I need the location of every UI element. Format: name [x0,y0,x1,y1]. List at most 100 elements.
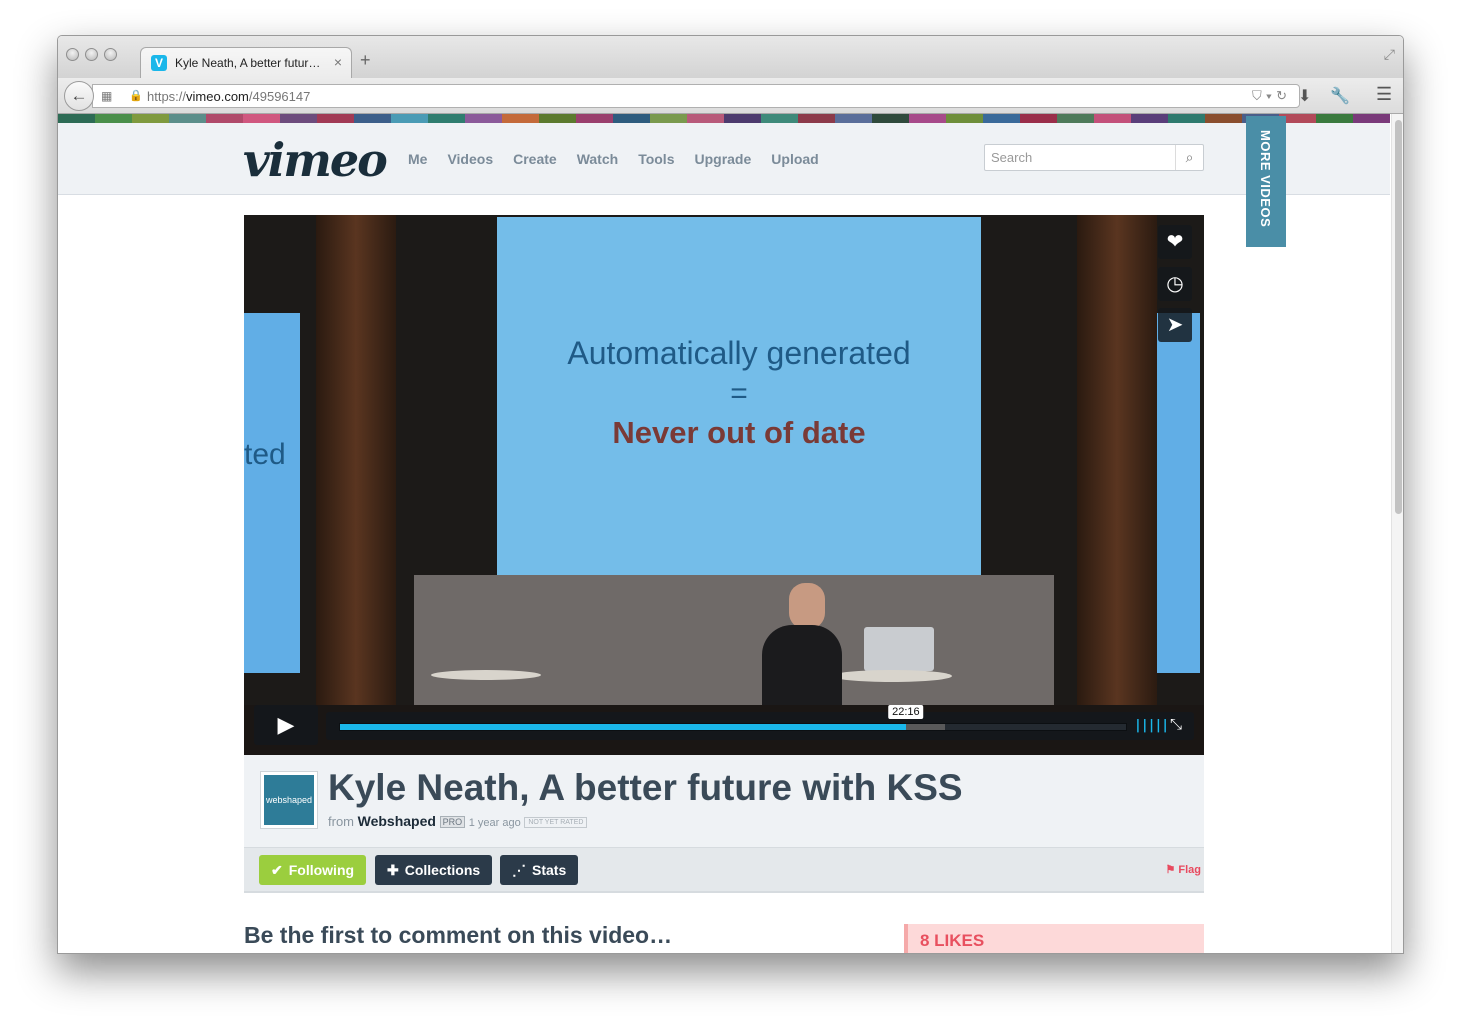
vimeo-logo[interactable]: vimeo [243,133,388,187]
stripe-segment [169,114,206,123]
stripe-segment [317,114,354,123]
url-actions: ⛉▾↻ [1252,88,1291,104]
watch-later-clock-icon[interactable]: ◷ [1158,267,1192,301]
dropdown-icon[interactable]: ▾ [1266,88,1276,103]
likes-box[interactable]: 8 LIKES [904,924,1204,953]
owner-avatar[interactable]: webshaped [260,771,318,829]
stripe-segment [502,114,539,123]
download-icon[interactable]: ⬇ [1298,86,1311,106]
minimize-window-button[interactable] [85,48,98,61]
rating-badge: NOT YET RATED [524,817,588,828]
reload-icon[interactable]: ↻ [1276,88,1291,103]
stripe-segment [206,114,243,123]
stage-pillar-left [316,215,396,755]
url-text: https://vimeo.com/49596147 [147,89,310,104]
control-bar: 22:16 ||||| ⤡ [326,705,1194,740]
stripe-segment [391,114,428,123]
play-icon[interactable]: ▶ [254,705,318,745]
from-label: from [328,814,354,829]
fullscreen-window-icon[interactable]: ⤢ [1384,46,1395,63]
pocket-icon[interactable]: ⛉ [1252,88,1266,103]
stripe-segment [983,114,1020,123]
search-input[interactable]: Search ⌕ [984,144,1204,171]
like-heart-icon[interactable]: ❤ [1158,225,1192,259]
likes-label: 8 LIKES [920,931,985,950]
url-bar[interactable]: ▦ 🔒 https://vimeo.com/49596147 ⛉▾↻ [92,84,1300,108]
lock-icon: 🔒 [129,90,143,102]
stripe-segment [909,114,946,123]
progress-track[interactable]: 22:16 [339,705,1127,731]
slide-text-line2: = [730,377,748,410]
stripe-segment [1131,114,1168,123]
nav-tools[interactable]: Tools [638,151,674,167]
following-label: Following [288,862,355,878]
stripe-segment [428,114,465,123]
close-window-button[interactable] [66,48,79,61]
browser-tab[interactable]: V Kyle Neath, A better futur… × [140,47,352,78]
plus-icon: ✚ [387,862,399,878]
zoom-window-button[interactable] [104,48,117,61]
pro-badge: PRO [439,816,466,828]
scrollbar-thumb[interactable] [1395,120,1402,514]
slide-text-line3: Never out of date [612,415,866,450]
video-title: Kyle Neath, A better future with KSS [328,767,963,808]
check-icon: ✔ [271,862,283,878]
stripe-segment [243,114,280,123]
video-info-panel: webshaped Kyle Neath, A better future wi… [244,755,1204,847]
stats-button[interactable]: ⋰ Stats [500,855,579,885]
played-bar [340,724,906,730]
more-videos-tab[interactable]: MORE VIDEOS [1246,116,1286,247]
stripe-segment [761,114,798,123]
nav-videos[interactable]: Videos [447,151,493,167]
browser-window: V Kyle Neath, A better futur… × + ⤢ ▦ 🔒 … [57,35,1404,954]
bookmarks-icon[interactable]: ▦ [101,89,112,103]
laptop [864,627,934,671]
stripe-segment [1168,114,1205,123]
stripe-segment [798,114,835,123]
nav-upload[interactable]: Upload [771,151,818,167]
following-button[interactable]: ✔ Following [259,855,367,885]
side-screen-right [1152,313,1200,673]
search-icon[interactable]: ⌕ [1175,145,1203,170]
more-videos-label: MORE VIDEOS [1258,130,1273,228]
video-player[interactable]: Automatically generated = Never out of d… [244,215,1204,755]
page-scrollbar[interactable] [1391,114,1403,953]
nav-upgrade[interactable]: Upgrade [694,151,751,167]
byline: from Webshaped PRO 1 year ago NOT YET RA… [328,813,588,829]
stripe-segment [687,114,724,123]
vimeo-favicon-icon: V [151,55,167,71]
new-tab-button[interactable]: + [360,50,371,71]
stripe-segment [58,114,95,123]
stripe-segment [576,114,613,123]
stripe-segment [1020,114,1057,123]
stripe-segment [1205,114,1242,123]
stripe-segment [465,114,502,123]
owner-link[interactable]: Webshaped [358,813,436,829]
url-scheme: https:// [147,89,187,104]
volume-icon[interactable]: ||||| [1134,718,1169,733]
action-bar: ✔ Following ✚ Collections ⋰ Stats ⚑ Flag [244,847,1204,893]
nav-watch[interactable]: Watch [577,151,618,167]
tools-icon[interactable]: 🔧 [1330,86,1350,106]
flag-link[interactable]: ⚑ Flag [1165,863,1201,876]
stripe-segment [539,114,576,123]
stripe-segment [280,114,317,123]
stripe-segment [1353,114,1390,123]
search-placeholder: Search [991,150,1033,165]
nav-me[interactable]: Me [408,151,427,167]
tab-close-icon[interactable]: × [334,54,342,70]
collections-button[interactable]: ✚ Collections [375,855,493,885]
comments-heading: Be the first to comment on this video… [244,922,673,948]
menu-icon[interactable]: ☰ [1376,84,1392,105]
player-controls: ▶ 22:16 ||||| ⤡ [254,705,1194,747]
color-stripe [58,114,1390,123]
stats-label: Stats [532,862,567,878]
top-nav: Me Videos Create Watch Tools Upgrade Upl… [408,151,819,167]
share-send-icon[interactable]: ➤ [1158,308,1192,342]
back-button[interactable]: ← [64,81,94,111]
fullscreen-icon[interactable]: ⤡ [1170,716,1182,733]
speaker-head [789,583,825,629]
nav-create[interactable]: Create [513,151,557,167]
stripe-segment [946,114,983,123]
time-tooltip: 22:16 [888,705,924,719]
